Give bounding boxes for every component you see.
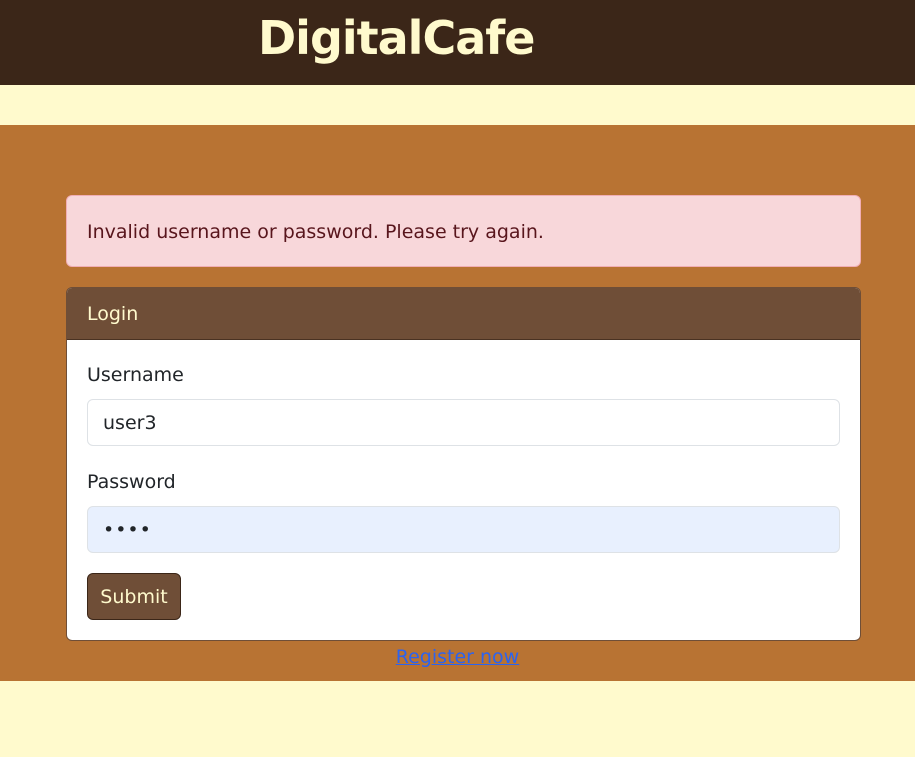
- password-input[interactable]: [87, 506, 840, 553]
- register-container: Register now: [0, 645, 915, 669]
- username-input[interactable]: [87, 399, 840, 446]
- login-card-title: Login: [87, 303, 139, 325]
- login-card: Login Username Password Submit: [66, 287, 861, 641]
- password-label: Password: [87, 471, 176, 493]
- error-alert-message: Invalid username or password. Please try…: [87, 221, 544, 243]
- brand-title[interactable]: DigitalCafe: [258, 8, 535, 68]
- username-label: Username: [87, 364, 184, 386]
- register-link[interactable]: Register now: [396, 646, 519, 668]
- navbar: DigitalCafe: [0, 0, 915, 85]
- error-alert: Invalid username or password. Please try…: [66, 195, 861, 267]
- submit-button[interactable]: Submit: [87, 573, 181, 620]
- login-card-header: Login: [67, 288, 860, 340]
